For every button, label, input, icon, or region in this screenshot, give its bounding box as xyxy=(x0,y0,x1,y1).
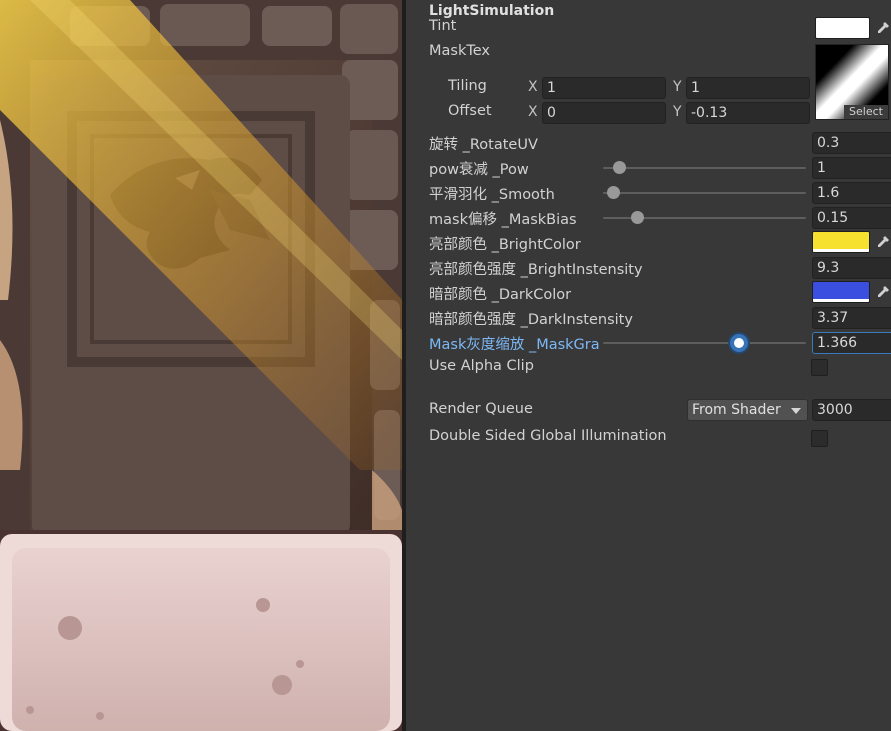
use-alpha-clip-label: Use Alpha Clip xyxy=(429,358,534,374)
maskbias-slider-thumb[interactable] xyxy=(631,211,644,224)
maskbias-label: mask偏移 _MaskBias xyxy=(429,212,577,228)
shader-title: LightSimulation xyxy=(429,3,555,19)
tiling-y-input[interactable]: 1 xyxy=(686,77,810,99)
darkcolor-swatch[interactable] xyxy=(812,281,870,303)
pow-slider-track[interactable] xyxy=(603,167,806,169)
double-sided-gi-checkbox[interactable] xyxy=(811,430,828,447)
darkintensity-label: 暗部颜色强度 _DarkInstensity xyxy=(429,312,633,328)
masktex-label: MaskTex xyxy=(429,43,490,59)
offset-y-input[interactable]: -0.13 xyxy=(686,102,810,124)
eyedropper-icon[interactable] xyxy=(872,231,891,253)
scene-render xyxy=(0,0,402,731)
offset-x-axis-label: X xyxy=(528,104,538,120)
brightintensity-input[interactable]: 9.3 xyxy=(812,257,891,279)
tiling-y-axis-label: Y xyxy=(673,79,682,95)
pow-input[interactable]: 1 xyxy=(812,157,891,179)
rotateuv-label: 旋转 _RotateUV xyxy=(429,137,538,153)
render-queue-label: Render Queue xyxy=(429,401,533,417)
eyedropper-icon[interactable] xyxy=(872,17,891,39)
smooth-slider-track[interactable] xyxy=(603,192,806,194)
render-queue-mode: From Shader xyxy=(692,402,781,418)
brightcolor-swatch[interactable] xyxy=(812,231,870,253)
darkcolor-label: 暗部颜色 _DarkColor xyxy=(429,287,572,303)
maskgray-slider-track[interactable] xyxy=(603,342,806,344)
smooth-slider-thumb[interactable] xyxy=(606,186,620,199)
maskbias-input[interactable]: 0.15 xyxy=(812,207,891,229)
masktex-thumbnail[interactable]: Select xyxy=(815,44,889,120)
chevron-down-icon xyxy=(791,408,801,414)
maskgray-slider-thumb[interactable] xyxy=(730,334,748,352)
pow-slider-thumb[interactable] xyxy=(612,161,626,174)
tiling-x-axis-label: X xyxy=(528,79,538,95)
offset-y-axis-label: Y xyxy=(673,104,682,120)
tiling-label: Tiling xyxy=(448,78,487,94)
material-inspector: LightSimulation Tint MaskTex Select Tili… xyxy=(406,0,891,731)
tint-label: Tint xyxy=(429,18,457,34)
maskgray-label: Mask灰度缩放 _MaskGra xyxy=(429,337,600,353)
tiling-x-input[interactable]: 1 xyxy=(542,77,666,99)
masktex-select-button[interactable]: Select xyxy=(844,105,888,119)
tint-color-swatch[interactable] xyxy=(815,17,870,39)
offset-x-input[interactable]: 0 xyxy=(542,102,666,124)
use-alpha-clip-checkbox[interactable] xyxy=(811,359,828,376)
smooth-label: 平滑羽化 _Smooth xyxy=(429,187,555,203)
eyedropper-icon[interactable] xyxy=(872,281,891,303)
double-sided-gi-label: Double Sided Global Illumination xyxy=(429,428,667,444)
maskgray-input[interactable]: 1.366 xyxy=(812,332,891,354)
pow-label: pow衰减 _Pow xyxy=(429,162,529,178)
render-queue-dropdown[interactable]: From Shader xyxy=(687,399,808,421)
offset-label: Offset xyxy=(448,103,492,119)
brightcolor-label: 亮部颜色 _BrightColor xyxy=(429,237,581,253)
scene-viewport[interactable] xyxy=(0,0,402,731)
brightintensity-label: 亮部颜色强度 _BrightInstensity xyxy=(429,262,643,278)
darkintensity-input[interactable]: 3.37 xyxy=(812,307,891,329)
render-queue-input[interactable]: 3000 xyxy=(812,399,891,421)
rotateuv-input[interactable]: 0.3 xyxy=(812,132,891,154)
smooth-input[interactable]: 1.6 xyxy=(812,182,891,204)
